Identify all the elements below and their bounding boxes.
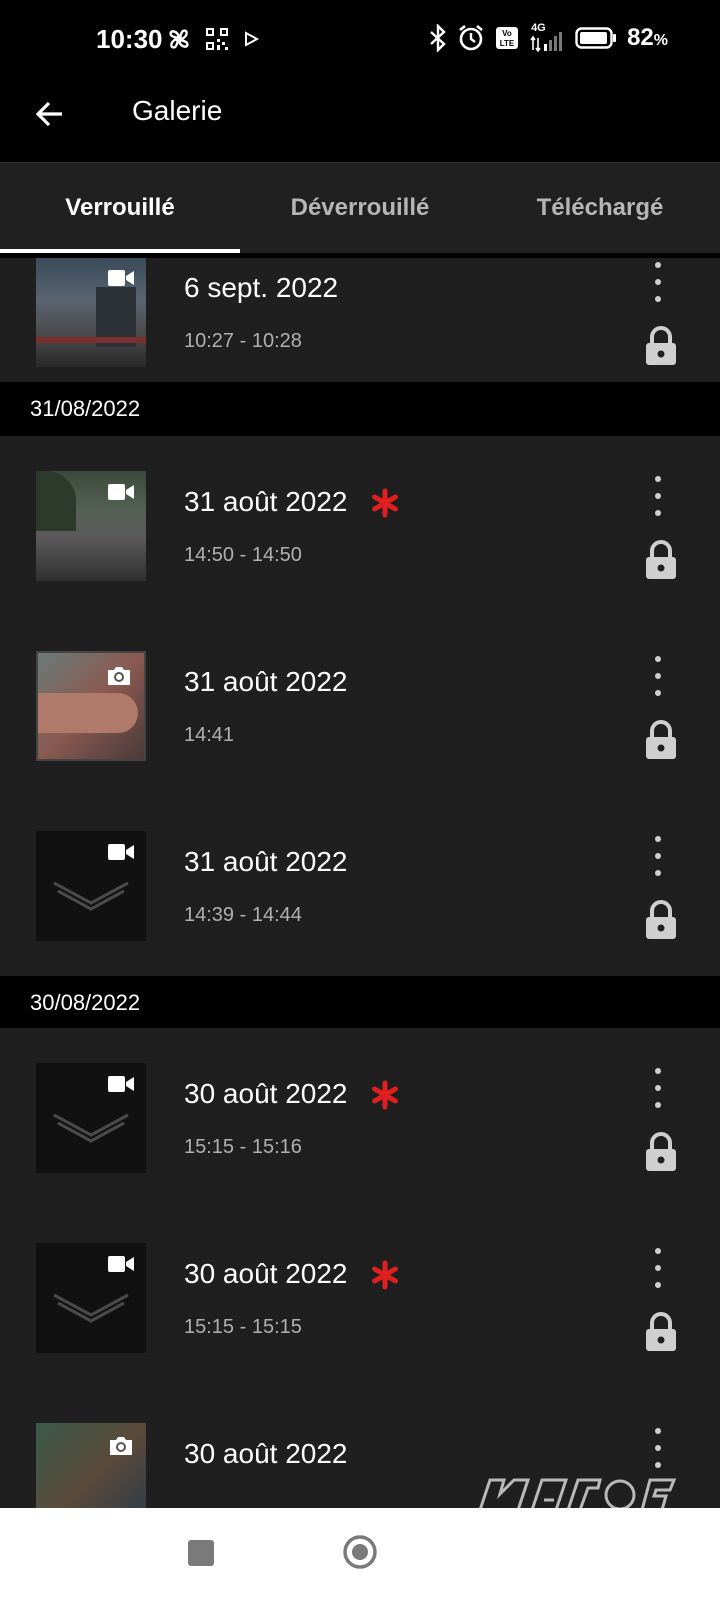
gallery-item[interactable]: 30 août 2022 15:15 - 15:16 bbox=[0, 1028, 720, 1208]
gallery-item[interactable]: 31 août 2022 14:50 - 14:50 bbox=[0, 436, 720, 616]
item-time-range: 10:27 - 10:28 bbox=[184, 330, 302, 352]
play-icon bbox=[245, 31, 260, 47]
video-thumbnail-placeholder[interactable] bbox=[36, 1243, 146, 1353]
lock-icon[interactable] bbox=[644, 326, 678, 366]
gallery-item[interactable]: 6 sept. 2022 10:27 - 10:28 bbox=[0, 258, 720, 402]
more-options-icon[interactable] bbox=[644, 1068, 672, 1108]
section-date: 30/08/2022 bbox=[30, 990, 141, 1015]
more-options-icon[interactable] bbox=[644, 262, 672, 302]
flag-asterisk-icon bbox=[372, 488, 398, 518]
item-date: 6 sept. 2022 bbox=[184, 272, 339, 303]
battery-percentage: 82% bbox=[627, 24, 668, 51]
video-thumbnail[interactable] bbox=[36, 471, 146, 581]
video-thumbnail[interactable] bbox=[36, 258, 146, 367]
item-time-range: 14:50 - 14:50 bbox=[184, 544, 302, 566]
photo-thumbnail[interactable] bbox=[36, 651, 146, 761]
status-right-icons: Vo LTE 4G 82% bbox=[429, 22, 668, 52]
fan-icon bbox=[169, 29, 189, 49]
system-nav-bar bbox=[0, 1508, 720, 1600]
alarm-icon bbox=[459, 24, 483, 51]
tab-bar: Verrouillé Déverrouillé Téléchargé bbox=[0, 162, 720, 253]
video-camera-icon bbox=[108, 484, 134, 500]
home-button[interactable] bbox=[342, 1534, 378, 1570]
item-date: 30 août 2022 bbox=[184, 1438, 348, 1469]
camera-icon bbox=[110, 1437, 132, 1455]
signal-icon: 4G bbox=[529, 22, 565, 52]
section-date: 31/08/2022 bbox=[30, 396, 141, 421]
lock-icon[interactable] bbox=[644, 1312, 678, 1352]
more-options-icon[interactable] bbox=[644, 1428, 672, 1468]
item-time-range: 14:41 bbox=[184, 724, 235, 746]
tab-unlocked[interactable]: Déverrouillé bbox=[240, 163, 480, 253]
section-date-header: 30/08/2022 bbox=[0, 976, 720, 1030]
recents-button[interactable] bbox=[188, 1540, 214, 1566]
tab-downloaded[interactable]: Téléchargé bbox=[480, 163, 720, 253]
flag-asterisk-icon bbox=[372, 1260, 398, 1290]
section-date-header: 31/08/2022 bbox=[0, 382, 720, 436]
lock-icon[interactable] bbox=[644, 720, 678, 760]
item-date: 31 août 2022 bbox=[184, 666, 348, 697]
gallery-item[interactable]: 31 août 2022 14:41 bbox=[0, 616, 720, 796]
video-camera-icon bbox=[108, 270, 134, 286]
more-options-icon[interactable] bbox=[644, 1248, 672, 1288]
more-options-icon[interactable] bbox=[644, 656, 672, 696]
qr-icon bbox=[206, 28, 228, 50]
item-date: 31 août 2022 bbox=[184, 846, 348, 877]
lock-icon[interactable] bbox=[644, 540, 678, 580]
svg-text:Vo: Vo bbox=[502, 29, 512, 38]
item-date: 31 août 2022 bbox=[184, 486, 348, 517]
item-date: 30 août 2022 bbox=[184, 1258, 348, 1289]
page-title: Galerie bbox=[132, 95, 223, 126]
gallery-list[interactable]: 6 sept. 2022 10:27 - 10:28 31/08/2022 31… bbox=[0, 258, 720, 1508]
lock-icon[interactable] bbox=[644, 1132, 678, 1172]
arrow-left-icon bbox=[35, 101, 62, 127]
item-date: 30 août 2022 bbox=[184, 1078, 348, 1109]
status-time: 10:30 bbox=[96, 24, 163, 54]
battery-icon bbox=[575, 27, 617, 49]
video-thumbnail-placeholder[interactable] bbox=[36, 831, 146, 941]
item-time-range: 15:15 - 15:16 bbox=[184, 1136, 302, 1158]
svg-text:LTE: LTE bbox=[500, 39, 515, 48]
video-camera-icon bbox=[108, 844, 134, 860]
lock-icon[interactable] bbox=[644, 900, 678, 940]
app-bar: Galerie bbox=[0, 80, 720, 162]
flag-asterisk-icon bbox=[372, 1080, 398, 1110]
item-time-range: 15:15 - 15:15 bbox=[184, 1316, 302, 1338]
tab-locked[interactable]: Verrouillé bbox=[0, 163, 240, 253]
gallery-item[interactable]: 30 août 2022 15:15 - 15:15 bbox=[0, 1208, 720, 1388]
video-camera-icon bbox=[108, 1256, 134, 1272]
video-camera-icon bbox=[108, 1076, 134, 1092]
active-tab-indicator bbox=[0, 249, 240, 253]
video-thumbnail-placeholder[interactable] bbox=[36, 1063, 146, 1173]
back-button[interactable] bbox=[28, 92, 72, 136]
bluetooth-icon bbox=[430, 24, 446, 52]
gallery-item[interactable]: 31 août 2022 14:39 - 14:44 bbox=[0, 796, 720, 976]
item-time-range: 14:39 - 14:44 bbox=[184, 904, 302, 926]
more-options-icon[interactable] bbox=[644, 836, 672, 876]
status-left-icons bbox=[166, 26, 260, 52]
volte-icon: Vo LTE bbox=[496, 27, 519, 49]
status-bar: 10:30 Vo LTE 4G 82% bbox=[0, 0, 720, 80]
camera-icon bbox=[108, 667, 130, 685]
photo-thumbnail[interactable] bbox=[36, 1423, 146, 1508]
more-options-icon[interactable] bbox=[644, 476, 672, 516]
